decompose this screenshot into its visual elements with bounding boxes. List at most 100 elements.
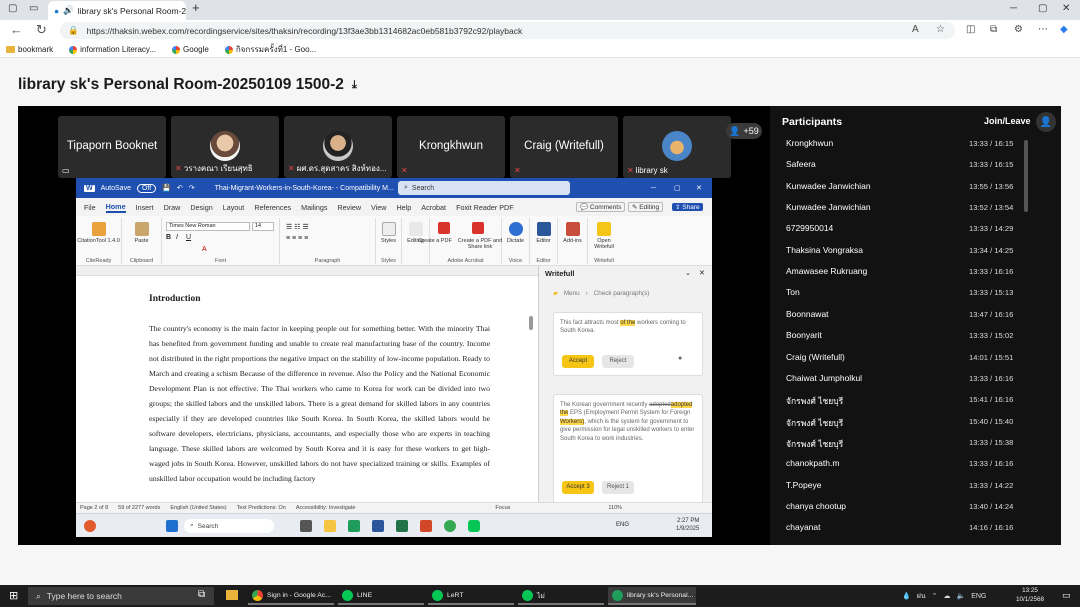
network-icon[interactable]: ☁ — [943, 592, 950, 600]
file-explorer-icon[interactable] — [324, 520, 336, 532]
editing-icon[interactable] — [408, 222, 423, 236]
writefull-icon[interactable] — [597, 222, 611, 236]
tab-file[interactable]: File — [84, 203, 96, 212]
edge-icon[interactable] — [348, 520, 360, 532]
video-player[interactable]: Tipaporn Booknet ▭ ✕ วรางคณา เรียนสุทธิ ✕… — [18, 106, 1061, 545]
weather-text[interactable]: ฝน — [917, 591, 926, 602]
align-icon[interactable]: ≡ ≡ ≡ ≡ — [286, 235, 308, 242]
bookmark-activity[interactable]: กิจกรรมครั้งที่1 - Goo... — [224, 43, 316, 56]
accessibility[interactable]: Accessibility: Investigate — [296, 505, 356, 511]
back-icon[interactable]: ← — [10, 22, 23, 37]
line-icon[interactable] — [468, 520, 480, 532]
extensions-icon[interactable]: ⚙ — [1014, 24, 1023, 35]
url-field[interactable]: 🔒 https://thaksin.webex.com/recordingser… — [60, 22, 955, 39]
save-icon[interactable]: 💾 — [162, 184, 171, 192]
chevron-down-icon[interactable]: ⌄ — [685, 269, 691, 277]
create-pdf-share-icon[interactable] — [472, 222, 484, 234]
underline-button[interactable]: U — [186, 234, 191, 241]
minimize-icon[interactable]: ─ — [651, 185, 656, 192]
chrome-icon[interactable] — [444, 520, 456, 532]
refresh-icon[interactable]: ↻ — [36, 22, 47, 38]
tab-draw[interactable]: Draw — [164, 203, 181, 212]
doc-scrollbar[interactable] — [529, 316, 533, 330]
autosave-toggle[interactable]: Off — [136, 183, 157, 193]
taskbar-chrome-app[interactable]: Sign in - Google Ac... — [248, 587, 334, 605]
redo-icon[interactable]: ↷ — [189, 184, 195, 192]
windows-start-icon[interactable]: ⊞ — [9, 589, 18, 602]
reject-all-button[interactable]: Reject 1 — [602, 481, 634, 494]
bold-button[interactable]: B — [166, 234, 171, 241]
more-options-icon[interactable]: ● — [678, 355, 682, 363]
add-ins-icon[interactable] — [565, 222, 580, 236]
more-menu-icon[interactable]: ⋯ — [1038, 24, 1048, 35]
word-search-box[interactable]: ⌕ Search — [398, 181, 570, 195]
task-view-icon[interactable]: ⧉ — [198, 589, 205, 600]
accept-all-button[interactable]: Accept 3 — [562, 481, 594, 494]
task-view-icon[interactable] — [300, 520, 312, 532]
more-participants-badge[interactable]: 👤 +59 — [726, 123, 762, 139]
minimize-icon[interactable]: ─ — [1010, 3, 1017, 14]
speaker-icon[interactable]: 🔊 — [63, 5, 74, 16]
close-panel-icon[interactable]: ✕ — [699, 269, 705, 277]
tab-references[interactable]: References — [254, 203, 291, 212]
lock-icon[interactable]: 🔒 — [68, 25, 79, 36]
taskbar-search[interactable]: ⌕ Search — [184, 519, 274, 533]
windows-start-icon[interactable] — [166, 520, 178, 532]
new-tab-button[interactable]: + — [192, 0, 200, 15]
close-icon[interactable]: ✕ — [696, 184, 702, 192]
document-page[interactable]: Introduction The country's economy is th… — [76, 276, 538, 502]
text-predictions[interactable]: Text Predictions: On — [237, 505, 286, 511]
tab-foxit[interactable]: Foxit Reader PDF — [456, 203, 514, 212]
input-language[interactable]: ENG — [971, 593, 986, 600]
accept-button[interactable]: Accept — [562, 355, 594, 368]
volume-icon[interactable]: 🔈 — [956, 592, 965, 600]
tab-active[interactable]: ● 🔊 library sk's Personal Room-2( ✕ — [48, 1, 186, 20]
italic-button[interactable]: I — [176, 234, 178, 241]
bullets-icon[interactable]: ☰ ☷ ☰ — [286, 223, 309, 231]
notification-icon[interactable]: ▭ — [1062, 590, 1071, 601]
tab-home[interactable]: Home — [105, 202, 126, 213]
taskbar-lert-app[interactable]: LeRT — [428, 587, 514, 605]
writefull-menu[interactable]: Menu — [564, 290, 580, 297]
bookmark-information-literacy[interactable]: information Literacy... — [69, 45, 156, 54]
tab-mailings[interactable]: Mailings — [301, 203, 327, 212]
participants-scrollbar[interactable] — [1024, 140, 1028, 212]
editor-icon[interactable] — [536, 222, 551, 236]
tab-review[interactable]: Review — [337, 203, 361, 212]
font-color-button[interactable]: A — [202, 246, 207, 253]
favorite-star-icon[interactable]: ☆ — [936, 24, 945, 35]
tab-view[interactable]: View — [371, 203, 386, 212]
taskbar-line-app[interactable]: LINE — [338, 587, 424, 605]
page-count[interactable]: Page 2 of 8 — [80, 505, 108, 511]
taskbar-edge-app[interactable]: library sk's Personal... — [608, 587, 696, 605]
profile-icon[interactable]: ▢ — [8, 3, 17, 14]
language[interactable]: English (United States) — [170, 505, 226, 511]
tab-insert[interactable]: Insert — [136, 203, 154, 212]
powerpoint-icon[interactable] — [420, 520, 432, 532]
share-button[interactable]: ⇪ Share — [672, 203, 703, 211]
comments-button[interactable]: 💬 Comments — [576, 202, 626, 212]
citation-tool-icon[interactable] — [91, 222, 106, 236]
read-aloud-icon[interactable]: A — [912, 24, 919, 35]
maximize-icon[interactable]: ▢ — [1038, 3, 1047, 14]
download-icon[interactable]: ⤓ — [352, 79, 357, 92]
tray-chevron-icon[interactable]: ⌃ — [932, 592, 938, 600]
taskbar-line-chat-app[interactable]: ไม่ — [518, 587, 604, 605]
close-window-icon[interactable]: ✕ — [1062, 3, 1070, 14]
word-app-icon[interactable] — [372, 520, 384, 532]
bookmark-google[interactable]: Google — [172, 45, 209, 54]
tab-design[interactable]: Design — [190, 203, 212, 212]
zoom-level[interactable]: 110% — [608, 505, 622, 511]
microphone-icon[interactable] — [508, 222, 523, 236]
maximize-icon[interactable]: ▢ — [674, 184, 681, 192]
styles-icon[interactable] — [381, 222, 396, 236]
tab-help[interactable]: Help — [396, 203, 411, 212]
editing-mode-button[interactable]: ✎ Editing — [628, 202, 664, 212]
split-screen-icon[interactable]: ◫ — [966, 24, 975, 35]
undo-icon[interactable]: ↶ — [177, 184, 183, 192]
tab-layout[interactable]: Layout — [223, 203, 245, 212]
font-size-select[interactable]: 14 — [252, 222, 274, 231]
taskbar-search-box[interactable]: ⌕ Type here to search — [28, 587, 214, 605]
font-name-select[interactable]: Times New Roman — [166, 222, 250, 231]
collections-icon[interactable]: ⧉ — [990, 24, 997, 35]
